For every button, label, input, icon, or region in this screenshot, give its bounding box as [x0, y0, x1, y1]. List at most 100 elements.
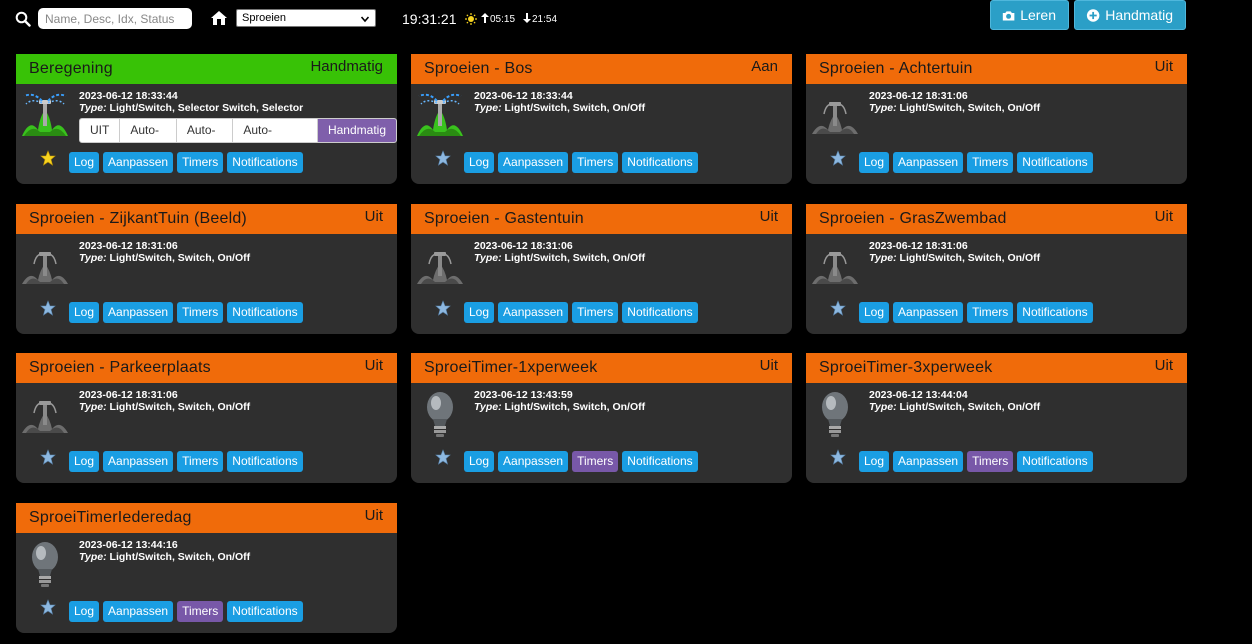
notifications-button[interactable]: Notifications	[1017, 152, 1093, 173]
search-input[interactable]	[38, 8, 192, 29]
timers-button[interactable]: Timers	[967, 302, 1014, 323]
edit-button[interactable]: Aanpassen	[893, 451, 964, 472]
favorite-star-icon[interactable]	[830, 449, 846, 465]
leren-button[interactable]: Leren	[990, 0, 1069, 30]
sprinkler-off-icon[interactable]	[810, 240, 860, 290]
timers-button[interactable]: Timers	[572, 302, 619, 323]
log-button[interactable]: Log	[859, 152, 890, 173]
light-bulb-off-icon[interactable]	[810, 389, 860, 439]
sprinkler-off-icon[interactable]	[20, 240, 70, 290]
edit-button[interactable]: Aanpassen	[498, 302, 569, 323]
top-bar: Sproeien 19:31:21 05:15 21:54 Leren	[0, 0, 1252, 40]
tile-type-value: Light/Switch, Selector Switch, Selector	[109, 102, 304, 114]
log-button[interactable]: Log	[464, 302, 495, 323]
log-button[interactable]: Log	[859, 451, 890, 472]
log-button[interactable]: Log	[69, 302, 100, 323]
notifications-button[interactable]: Notifications	[1017, 451, 1093, 472]
tile-actions: Log Aanpassen Timers Notifications	[464, 451, 698, 472]
sunset-time: 21:54	[523, 13, 557, 25]
favorite-star-icon[interactable]	[435, 300, 451, 316]
tile-type-value: Light/Switch, Switch, On/Off	[109, 551, 251, 563]
tile-header: Sproeien - Gastentuin Uit	[411, 204, 792, 234]
edit-button[interactable]: Aanpassen	[498, 451, 569, 472]
tile-type-label: Type:	[869, 102, 897, 114]
notifications-button[interactable]: Notifications	[622, 152, 698, 173]
timers-button[interactable]: Timers	[177, 152, 224, 173]
edit-button[interactable]: Aanpassen	[893, 302, 964, 323]
favorite-star-icon[interactable]	[40, 449, 56, 465]
favorite-star-icon[interactable]	[435, 150, 451, 166]
notifications-button[interactable]: Notifications	[622, 302, 698, 323]
selector-option[interactable]: UIT	[80, 119, 121, 142]
notifications-button[interactable]: Notifications	[1017, 302, 1093, 323]
room-select-value: Sproeien	[242, 12, 287, 24]
timers-button[interactable]: Timers	[572, 451, 619, 472]
log-button[interactable]: Log	[69, 601, 100, 622]
handmatig-button[interactable]: Handmatig	[1074, 0, 1186, 30]
favorite-star-icon[interactable]	[40, 599, 56, 615]
tile-type-label: Type:	[869, 401, 897, 413]
tile-status: Uit	[364, 208, 383, 225]
device-tile: Sproeien - Gastentuin Uit 2023-06-12 18:…	[411, 204, 792, 334]
tile-type-label: Type:	[474, 102, 502, 114]
tile-type-value: Light/Switch, Switch, On/Off	[899, 401, 1041, 413]
clock-time: 19:31:21	[402, 11, 457, 27]
edit-button[interactable]: Aanpassen	[103, 302, 174, 323]
timers-button[interactable]: Timers	[177, 451, 224, 472]
favorite-star-icon[interactable]	[40, 150, 56, 166]
notifications-button[interactable]: Notifications	[227, 601, 303, 622]
log-button[interactable]: Log	[859, 302, 890, 323]
timers-button[interactable]: Timers	[177, 302, 224, 323]
timers-button[interactable]: Timers	[572, 152, 619, 173]
arrow-up-icon	[481, 13, 489, 23]
timers-button[interactable]: Timers	[967, 451, 1014, 472]
favorite-star-icon[interactable]	[435, 449, 451, 465]
log-button[interactable]: Log	[464, 451, 495, 472]
notifications-button[interactable]: Notifications	[227, 302, 303, 323]
sprinkler-on-icon[interactable]	[415, 90, 465, 140]
room-home-icon[interactable]	[210, 9, 228, 27]
sprinkler-off-icon[interactable]	[810, 90, 860, 140]
light-bulb-off-icon[interactable]	[415, 389, 465, 439]
selector-option[interactable]: Auto-3x	[177, 119, 234, 142]
tile-actions: Log Aanpassen Timers Notifications	[859, 152, 1093, 173]
notifications-button[interactable]: Notifications	[227, 152, 303, 173]
edit-button[interactable]: Aanpassen	[498, 152, 569, 173]
favorite-star-icon[interactable]	[830, 300, 846, 316]
log-button[interactable]: Log	[464, 152, 495, 173]
light-bulb-off-icon[interactable]	[20, 539, 70, 589]
room-select[interactable]: Sproeien	[236, 9, 376, 27]
notifications-button[interactable]: Notifications	[622, 451, 698, 472]
selector-option[interactable]: Handmatig	[317, 119, 396, 142]
log-button[interactable]: Log	[69, 451, 100, 472]
notifications-button[interactable]: Notifications	[227, 451, 303, 472]
timers-button[interactable]: Timers	[967, 152, 1014, 173]
log-button[interactable]: Log	[69, 152, 100, 173]
tile-actions: Log Aanpassen Timers Notifications	[69, 601, 303, 622]
selector-option[interactable]: Auto-ElkeDag	[233, 119, 318, 142]
edit-button[interactable]: Aanpassen	[103, 451, 174, 472]
tile-status: Uit	[1154, 208, 1173, 225]
favorite-star-icon[interactable]	[40, 300, 56, 316]
edit-button[interactable]: Aanpassen	[103, 152, 174, 173]
sprinkler-off-icon[interactable]	[20, 389, 70, 439]
tile-type-label: Type:	[79, 551, 107, 563]
timers-button[interactable]: Timers	[177, 601, 224, 622]
tile-actions: Log Aanpassen Timers Notifications	[69, 152, 303, 173]
edit-button[interactable]: Aanpassen	[103, 601, 174, 622]
favorite-star-icon[interactable]	[830, 150, 846, 166]
search-icon	[15, 11, 31, 27]
tile-header: SproeiTimerIederedag Uit	[16, 503, 397, 533]
sprinkler-off-icon[interactable]	[415, 240, 465, 290]
tile-type: Type: Light/Switch, Switch, On/Off	[474, 102, 645, 114]
tile-name: Sproeien - Achtertuin	[819, 60, 973, 77]
sprinkler-on-icon[interactable]	[20, 90, 70, 140]
device-tile: Sproeien - Achtertuin Uit 2023-06-12 18:…	[806, 54, 1187, 184]
tile-type-label: Type:	[474, 401, 502, 413]
selector-option[interactable]: Auto-1x	[120, 119, 177, 142]
edit-button[interactable]: Aanpassen	[893, 152, 964, 173]
tile-type: Type: Light/Switch, Switch, On/Off	[474, 252, 645, 264]
tile-type: Type: Light/Switch, Switch, On/Off	[79, 401, 250, 413]
tile-type: Type: Light/Switch, Switch, On/Off	[869, 102, 1040, 114]
leren-label: Leren	[1020, 7, 1056, 23]
